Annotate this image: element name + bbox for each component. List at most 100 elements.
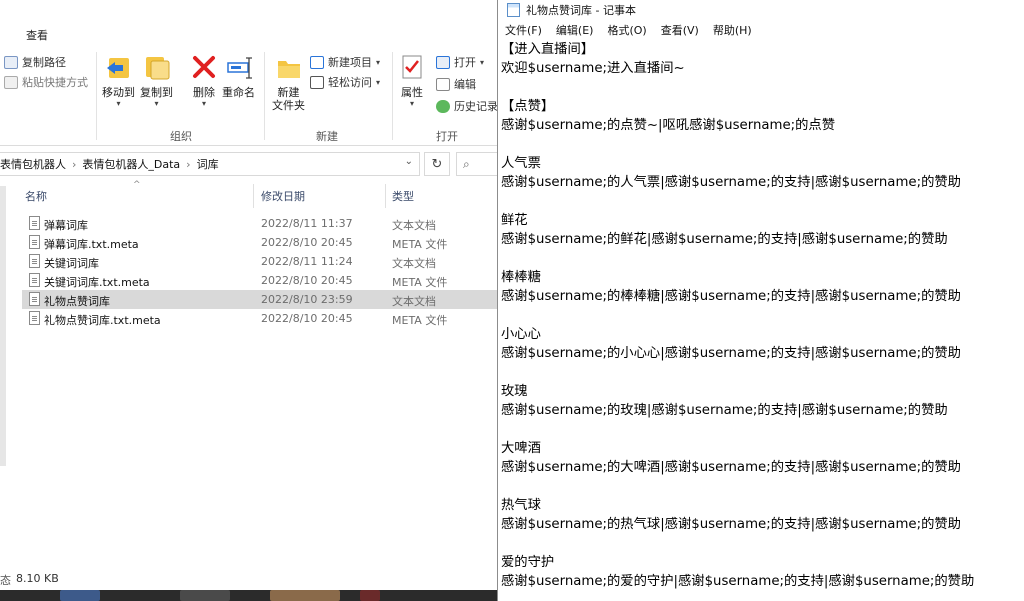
- copy-to-button[interactable]: 复制到 ▾: [140, 52, 173, 108]
- breadcrumb-chevron-icon: ›: [72, 157, 77, 171]
- text-line: 鲜花: [501, 213, 528, 228]
- history-button[interactable]: 历史记录: [436, 98, 497, 114]
- menu-format[interactable]: 格式(O): [607, 22, 646, 38]
- easy-access-caret: ▾: [376, 77, 381, 87]
- address-dropdown-icon[interactable]: ⌄: [405, 156, 413, 167]
- open-caret: ▾: [480, 57, 485, 67]
- meta-file-icon: [29, 235, 40, 249]
- new-item-icon: [310, 55, 324, 69]
- new-item-button[interactable]: 新建项目 ▾: [310, 54, 380, 70]
- column-header-name[interactable]: 名称: [25, 182, 47, 210]
- file-modified: 2022/8/11 11:24: [261, 255, 353, 268]
- notepad-icon: [507, 3, 520, 17]
- new-folder-button[interactable]: 新建 文件夹: [272, 52, 305, 112]
- move-to-caret: ▾: [116, 99, 121, 108]
- text-line: 大啤酒: [501, 441, 541, 456]
- delete-button[interactable]: 删除 ▾: [190, 52, 218, 108]
- taskbar-app-icon[interactable]: [270, 590, 340, 601]
- column-header-modified[interactable]: 修改日期: [261, 182, 305, 210]
- text-line: 感谢$username;的人气票|感谢$username;的支持|感谢$user…: [501, 175, 961, 190]
- column-divider[interactable]: [385, 184, 386, 208]
- file-type: 文本文档: [392, 295, 436, 308]
- table-row[interactable]: 弹幕词库 2022/8/11 11:37 文本文档: [22, 214, 497, 233]
- status-prefix: 态: [0, 574, 11, 587]
- ribbon-divider: [96, 52, 97, 140]
- delete-label: 删除: [193, 86, 215, 99]
- text-line: 感谢$username;的小心心|感谢$username;的支持|感谢$user…: [501, 346, 961, 361]
- paste-shortcut-button[interactable]: 粘贴快捷方式: [4, 74, 88, 90]
- notepad-window: 礼物点赞词库 - 记事本 文件(F) 编辑(E) 格式(O) 查看(V) 帮助(…: [497, 0, 1024, 601]
- text-line: 感谢$username;的爱的守护|感谢$username;的支持|感谢$use…: [501, 574, 975, 589]
- file-modified: 2022/8/10 20:45: [261, 236, 353, 249]
- move-to-button[interactable]: 移动到 ▾: [102, 52, 135, 108]
- text-file-icon: [29, 292, 40, 306]
- tab-view[interactable]: 查看: [26, 27, 48, 43]
- text-line: [501, 420, 1021, 439]
- taskbar-app-icon[interactable]: [360, 590, 380, 601]
- file-name: 弹幕词库: [44, 219, 88, 232]
- text-line: [501, 477, 1021, 496]
- file-name: 弹幕词库.txt.meta: [44, 238, 139, 251]
- text-line: 热气球: [501, 498, 541, 513]
- file-modified: 2022/8/10 23:59: [261, 293, 353, 306]
- taskbar-app-icon[interactable]: [60, 590, 100, 601]
- properties-label: 属性: [401, 86, 423, 99]
- table-row[interactable]: 弹幕词库.txt.meta 2022/8/10 20:45 META 文件: [22, 233, 497, 252]
- new-item-label: 新建项目: [328, 56, 372, 69]
- breadcrumb[interactable]: 表情包机器人 › 表情包机器人_Data › 词库 ⌄: [0, 152, 420, 176]
- refresh-button[interactable]: ↻: [424, 152, 450, 176]
- search-input[interactable]: ⌕: [456, 152, 497, 176]
- text-line: [501, 306, 1021, 325]
- text-editor[interactable]: 【进入直播间】 欢迎$username;进入直播间~ 【点赞】 感谢$usern…: [501, 40, 1021, 591]
- rename-button[interactable]: 重命名: [222, 52, 255, 99]
- easy-access-icon: [310, 75, 324, 89]
- file-modified: 2022/8/11 11:37: [261, 217, 353, 230]
- file-name: 礼物点赞词库.txt.meta: [44, 314, 161, 327]
- paste-shortcut-label: 粘贴快捷方式: [22, 76, 88, 89]
- text-line: 【进入直播间】: [501, 42, 595, 57]
- text-line: 感谢$username;的棒棒糖|感谢$username;的支持|感谢$user…: [501, 289, 961, 304]
- table-row[interactable]: 礼物点赞词库.txt.meta 2022/8/10 20:45 META 文件: [22, 309, 497, 328]
- ribbon-tab-bar: 查看: [0, 0, 497, 46]
- rename-label: 重命名: [222, 86, 255, 99]
- copy-path-button[interactable]: 复制路径: [4, 54, 66, 70]
- table-row[interactable]: 关键词词库.txt.meta 2022/8/10 20:45 META 文件: [22, 271, 497, 290]
- column-divider[interactable]: [253, 184, 254, 208]
- history-icon: [436, 99, 450, 113]
- breadcrumb-item[interactable]: 词库: [197, 156, 219, 172]
- scrollbar[interactable]: [0, 186, 6, 466]
- file-list: ^ 名称 修改日期 类型 弹幕词库 2022/8/11 11:37 文本文档 弹…: [0, 180, 497, 570]
- column-header-type[interactable]: 类型: [392, 182, 414, 210]
- open-button[interactable]: 打开 ▾: [436, 54, 484, 70]
- easy-access-button[interactable]: 轻松访问 ▾: [310, 74, 380, 90]
- table-row[interactable]: 关键词词库 2022/8/11 11:24 文本文档: [22, 252, 497, 271]
- open-group-label: 打开: [436, 130, 458, 143]
- copy-to-label: 复制到: [140, 86, 173, 99]
- table-row-selected[interactable]: 礼物点赞词库 2022/8/10 23:59 文本文档: [22, 290, 497, 309]
- file-type: 文本文档: [392, 219, 436, 232]
- breadcrumb-item[interactable]: 表情包机器人_Data: [82, 156, 180, 172]
- breadcrumb-item[interactable]: 表情包机器人: [0, 156, 66, 172]
- menu-view[interactable]: 查看(V): [661, 22, 699, 38]
- desktop: { "explorer": { "ribbon_tab": "查看", "cli…: [0, 0, 1024, 601]
- menu-edit[interactable]: 编辑(E): [556, 22, 594, 38]
- taskbar-app-icon[interactable]: [180, 590, 230, 601]
- menu-help[interactable]: 帮助(H): [713, 22, 752, 38]
- edit-button[interactable]: 编辑: [436, 76, 476, 92]
- menu-bar: 文件(F) 编辑(E) 格式(O) 查看(V) 帮助(H): [498, 20, 1024, 40]
- file-type: META 文件: [392, 238, 448, 251]
- text-line: 感谢$username;的点赞~|呕吼感谢$username;的点赞: [501, 118, 836, 133]
- menu-file[interactable]: 文件(F): [505, 22, 542, 38]
- notepad-title-bar[interactable]: 礼物点赞词库 - 记事本: [498, 0, 1024, 20]
- text-file-icon: [29, 216, 40, 230]
- open-icon: [436, 55, 450, 69]
- properties-icon: [398, 52, 426, 82]
- text-line: [501, 534, 1021, 553]
- text-line: 【点赞】: [501, 99, 555, 114]
- text-line: 感谢$username;的玫瑰|感谢$username;的支持|感谢$usern…: [501, 403, 948, 418]
- history-label: 历史记录: [454, 100, 497, 113]
- properties-button[interactable]: 属性 ▾: [398, 52, 426, 108]
- sort-ascending-icon: ^: [133, 180, 141, 190]
- file-name: 关键词词库: [44, 257, 99, 270]
- delete-x-icon: [190, 52, 218, 82]
